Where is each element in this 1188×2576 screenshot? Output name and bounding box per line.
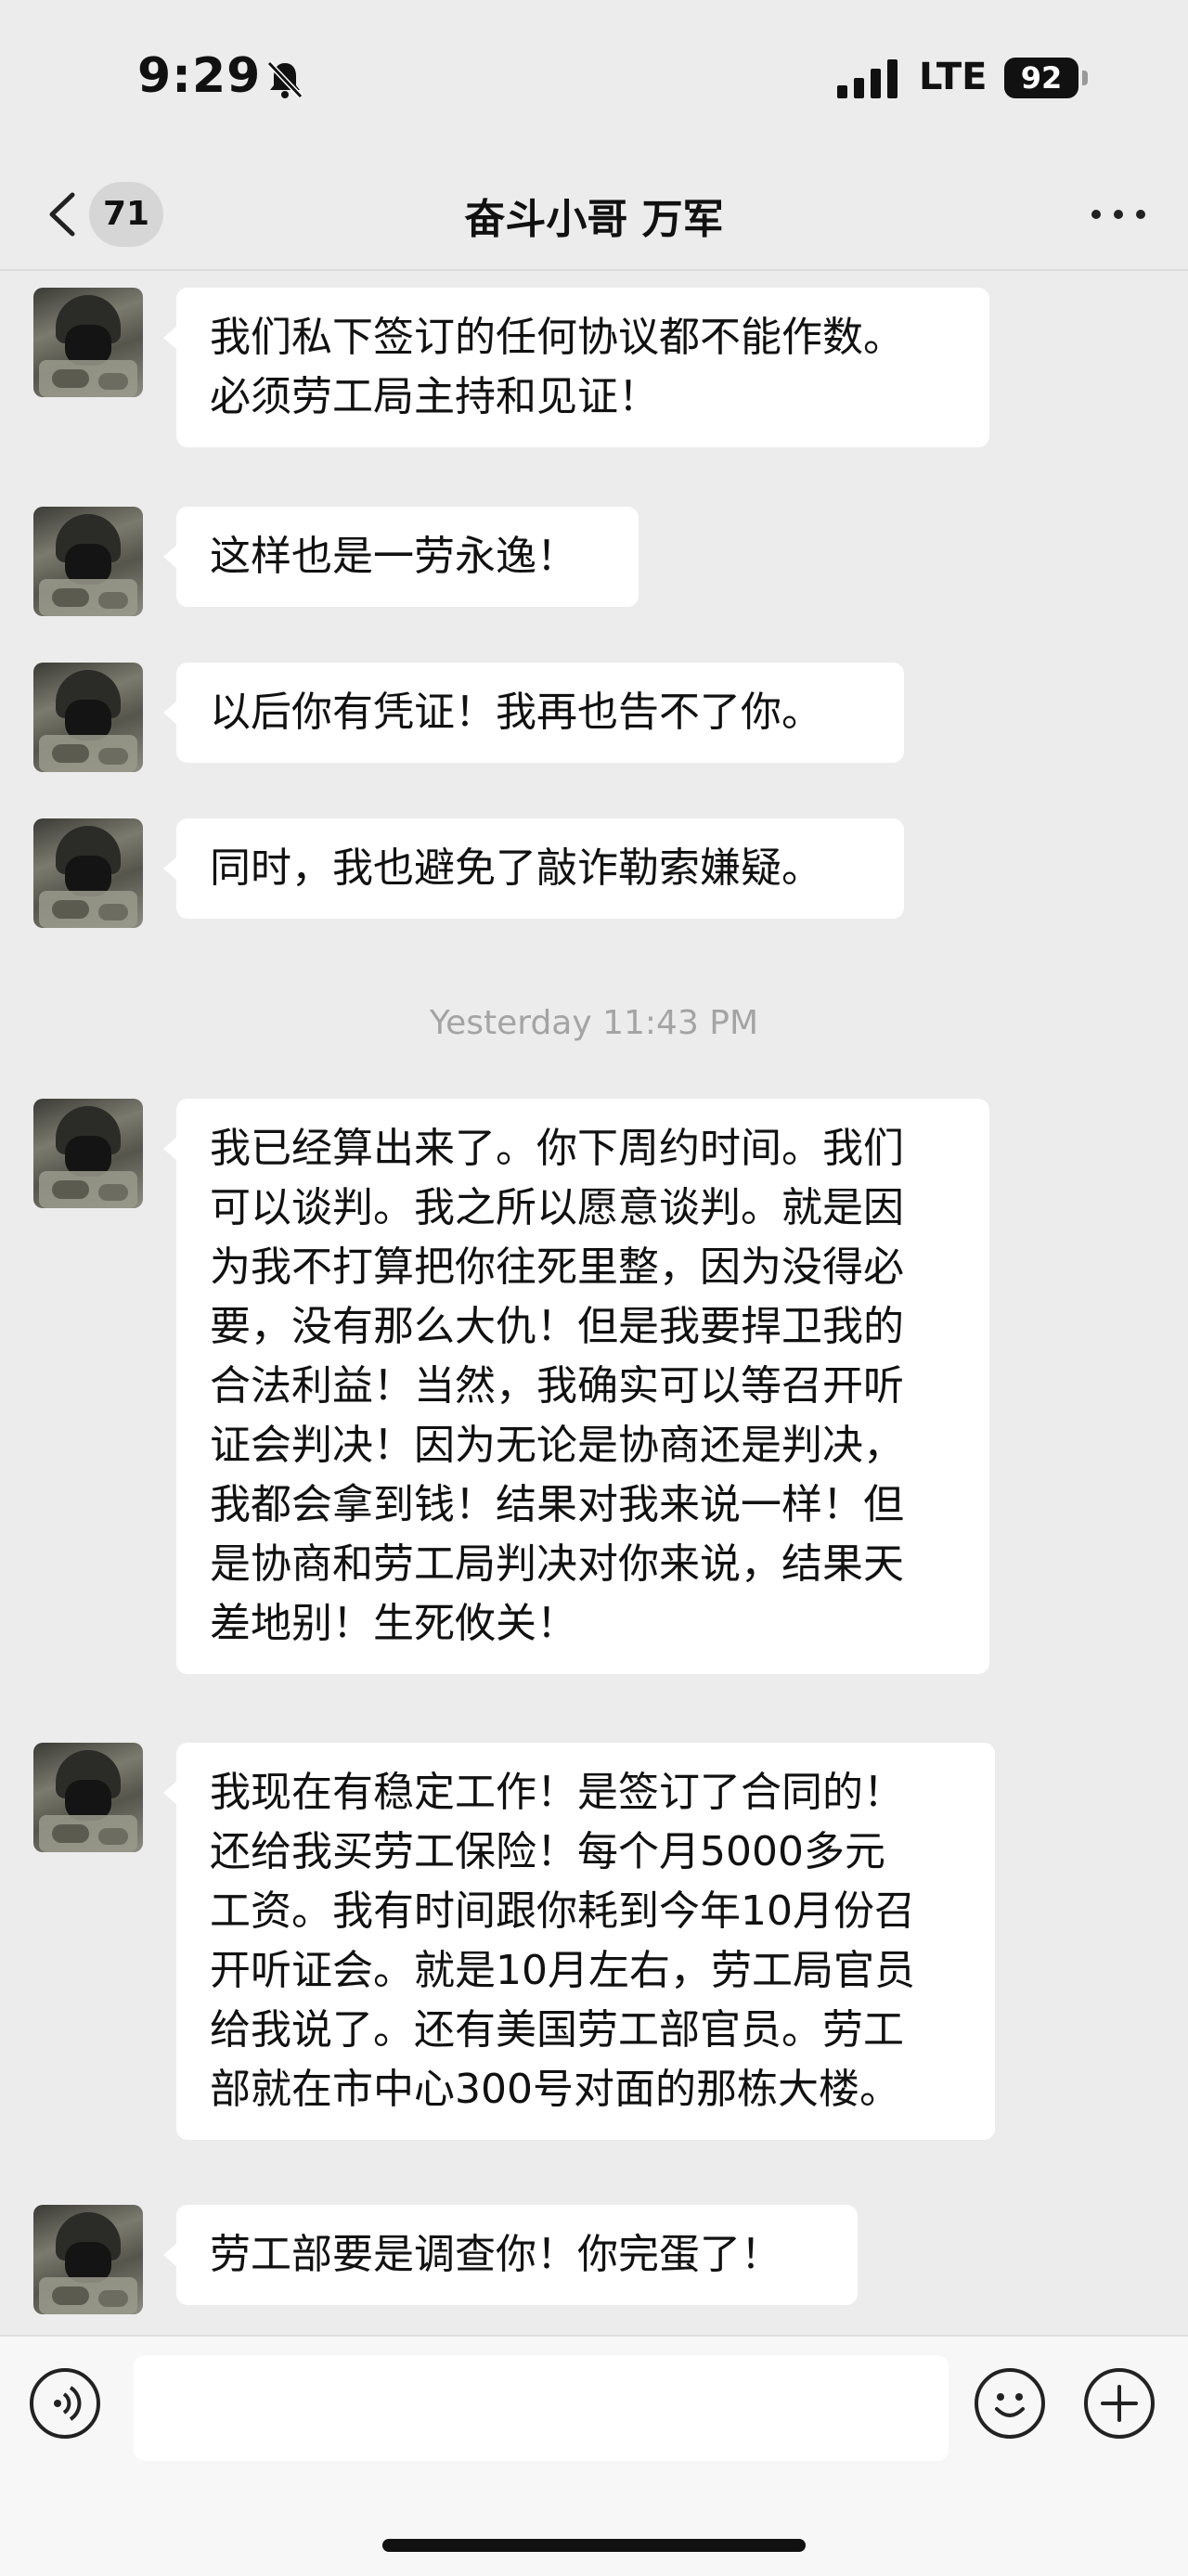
chat-message-list[interactable]: 我们私下签订的任何协议都不能作数。 必须劳工局主持和见证！ 这样也是一劳永逸！ …	[0, 271, 1188, 2333]
chat-title: 奋斗小哥 万军	[464, 196, 724, 243]
message-bubble[interactable]: 劳工部要是调查你！你完蛋了！	[163, 2205, 858, 2305]
avatar[interactable]	[33, 818, 143, 928]
message-bubble[interactable]: 以后你有凭证！我再也告不了你。	[163, 663, 904, 763]
plus-icon	[1101, 2385, 1138, 2422]
voice-icon	[54, 2386, 82, 2421]
input-bar	[0, 2335, 1188, 2576]
emoji-icon	[995, 2393, 1025, 2417]
message-bubble[interactable]: 我们私下签订的任何协议都不能作数。 必须劳工局主持和见证！	[163, 288, 989, 447]
avatar[interactable]	[33, 288, 143, 397]
chat-header: 71 奋斗小哥 万军	[0, 158, 1188, 271]
avatar[interactable]	[33, 663, 143, 772]
bell-slash-icon	[266, 60, 303, 99]
message-bubble[interactable]: 我现在有稳定工作！是签订了合同的！ 还给我买劳工保险！每个月5000多元 工资。…	[163, 1743, 995, 2140]
emoji-button[interactable]	[975, 2368, 1045, 2439]
message-bubble[interactable]: 同时，我也避免了敲诈勒索嫌疑。	[163, 818, 904, 919]
message-timestamp: Yesterday 11:43 PM	[429, 1004, 759, 1042]
add-button[interactable]	[1084, 2368, 1155, 2439]
back-button[interactable]: 71	[37, 180, 167, 247]
avatar[interactable]	[33, 1099, 143, 1208]
avatar[interactable]	[33, 507, 143, 616]
battery-tip	[1082, 71, 1088, 85]
home-indicator[interactable]	[382, 2539, 806, 2552]
message-bubble[interactable]: 这样也是一劳永逸！	[163, 507, 639, 607]
avatar[interactable]	[33, 2205, 143, 2314]
battery-indicator: 92	[1004, 58, 1078, 98]
status-bar: 9:29 LTE 92	[0, 0, 1188, 158]
chevron-left-icon	[49, 192, 75, 237]
message-bubble[interactable]: 我已经算出来了。你下周约时间。我们 可以谈判。我之所以愿意谈判。就是因 为我不打…	[163, 1099, 989, 1674]
status-time: 9:29	[137, 48, 262, 104]
unread-count-badge: 71	[89, 182, 163, 247]
more-icon	[1091, 210, 1101, 219]
network-type: LTE	[919, 56, 988, 98]
voice-button[interactable]	[30, 2368, 100, 2439]
more-button[interactable]	[1086, 186, 1151, 241]
message-input[interactable]	[134, 2355, 949, 2461]
avatar[interactable]	[33, 1743, 143, 1852]
signal-icon	[837, 59, 897, 98]
